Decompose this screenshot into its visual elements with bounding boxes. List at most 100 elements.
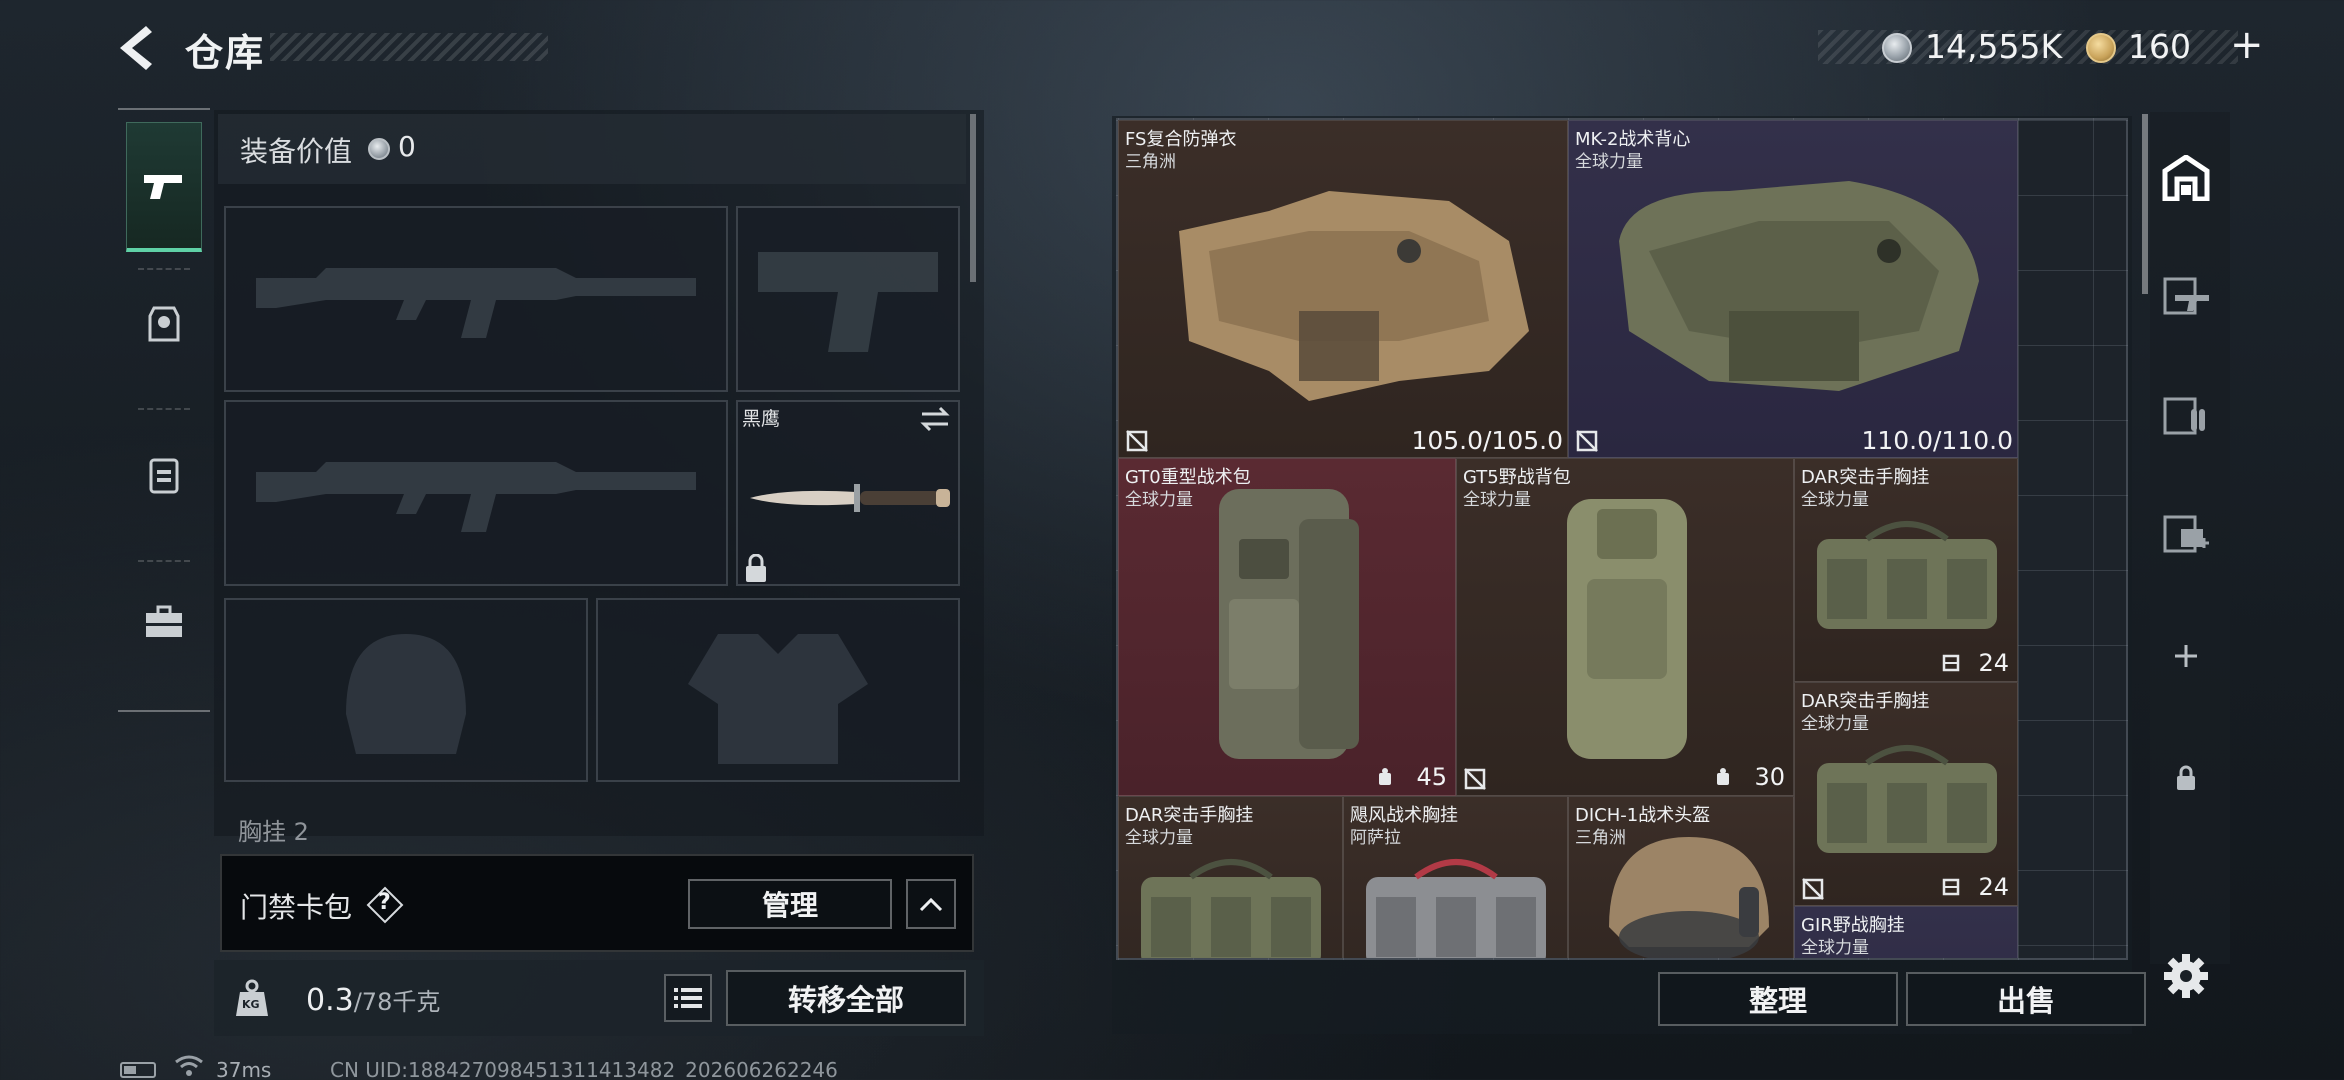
storage-item[interactable]: 飓风战术胸挂 阿萨拉 <box>1343 796 1568 958</box>
capacity-icon <box>1942 878 1960 896</box>
storage-item[interactable]: GT5野战背包 全球力量 30 <box>1456 458 1794 796</box>
title-decoration <box>270 33 548 61</box>
weight-icon: KG <box>232 978 272 1018</box>
list-view-button[interactable] <box>664 974 712 1022</box>
add-tokens-button[interactable]: + <box>2230 22 2264 68</box>
weapon-storage-icon <box>2163 277 2209 315</box>
manage-button[interactable]: 管理 <box>688 879 892 929</box>
capacity-icon <box>1379 768 1391 785</box>
storage-item[interactable]: DAR突击手胸挂 全球力量 24 <box>1794 458 2018 682</box>
lock-icon <box>746 554 766 582</box>
backpack-icon <box>1219 489 1359 759</box>
backpack-icon <box>1567 499 1687 759</box>
primary-weapon-slot[interactable] <box>224 206 728 392</box>
tool-medical-storage[interactable] <box>2160 508 2212 560</box>
item-faction: 全球力量 <box>1801 938 1869 958</box>
item-capacity: 30 <box>1754 763 1785 791</box>
tool-add-storage[interactable] <box>2160 630 2212 682</box>
expand-button[interactable] <box>906 879 956 929</box>
help-icon[interactable]: ? <box>366 886 404 924</box>
chest-rig-icon <box>1141 859 1321 958</box>
no-trade-icon <box>1802 878 1824 900</box>
carry-weight-unit: 千克 <box>392 988 441 1016</box>
melee-item-name: 黑鹰 <box>742 408 781 430</box>
sell-button[interactable]: 出售 <box>1906 972 2146 1026</box>
chest-rig-icon <box>1817 745 1997 853</box>
helmet-icon <box>1609 837 1769 958</box>
rifle-silhouette-icon <box>256 462 696 532</box>
list-icon <box>674 988 702 1008</box>
storage-item[interactable]: DAR突击手胸挂 全球力量 24 <box>1794 682 2018 906</box>
tool-ammo-storage[interactable] <box>2160 390 2212 442</box>
category-rail <box>118 108 210 712</box>
secondary-weapon-slot[interactable] <box>224 400 728 586</box>
knife-icon <box>750 484 950 512</box>
item-capacity: 24 <box>1978 873 2009 901</box>
coin-icon <box>1882 33 1912 63</box>
help-mark: ? <box>378 890 391 915</box>
tactical-vest-icon <box>1619 181 1979 391</box>
access-card-label: 门禁卡包 <box>240 891 353 924</box>
item-capacity: 24 <box>1978 649 2009 677</box>
helmet-armor-icon <box>148 306 180 342</box>
storage-item[interactable]: MK-2战术背心 全球力量 110.0/110.0 <box>1568 120 2018 458</box>
sort-button[interactable]: 整理 <box>1658 972 1898 1026</box>
body-armor-slot[interactable] <box>596 598 960 782</box>
pistol-icon <box>144 174 182 199</box>
user-id-text: CN UID:1884270984513114134​82_2026062622… <box>330 1058 838 1080</box>
no-trade-icon <box>1576 430 1598 452</box>
capacity-icon <box>1942 654 1960 672</box>
coin-balance: 14,555K <box>1925 27 2063 66</box>
rail-tab-armor[interactable] <box>126 274 202 374</box>
transfer-all-button[interactable]: 转移全部 <box>726 970 966 1026</box>
rail-tab-weapons[interactable] <box>126 122 202 252</box>
no-trade-icon <box>1464 768 1486 790</box>
item-faction: 全球力量 <box>1125 490 1193 510</box>
item-faction: 全球力量 <box>1125 828 1193 848</box>
armor-silhouette-icon <box>688 634 868 764</box>
warehouse-icon <box>2162 155 2210 201</box>
storage-item[interactable]: DAR突击手胸挂 全球力量 <box>1118 796 1343 958</box>
gear-icon[interactable] <box>2160 950 2212 1002</box>
ammo-storage-icon <box>2163 397 2205 435</box>
loadout-scrollbar[interactable] <box>970 114 976 282</box>
storage-scrollbar[interactable] <box>2142 114 2148 294</box>
rifle-silhouette-icon <box>256 268 696 338</box>
capacity-icon <box>1717 768 1729 785</box>
rail-tab-backpack[interactable] <box>126 424 202 524</box>
item-durability: 110.0/110.0 <box>1861 426 2013 455</box>
no-trade-icon <box>1126 430 1148 452</box>
backpack-icon <box>149 458 179 494</box>
swap-icon[interactable] <box>918 404 952 434</box>
carry-weight-max: /78 <box>353 988 393 1016</box>
page-title: 仓库 <box>185 31 266 75</box>
pistol-slot[interactable] <box>736 206 960 392</box>
item-durability: 105.0/105.0 <box>1411 426 1563 455</box>
tool-lock[interactable] <box>2160 752 2212 804</box>
item-capacity: 45 <box>1416 763 1447 791</box>
helmet-slot[interactable] <box>224 598 588 782</box>
toolbox-icon <box>146 605 182 637</box>
chevron-up-icon <box>919 897 943 912</box>
equipment-value: 0 <box>398 130 416 163</box>
coin-icon <box>368 138 390 160</box>
body-armor-icon <box>1179 191 1529 401</box>
rail-tab-toolbox[interactable] <box>126 572 202 672</box>
equipment-value-label: 装备价值 <box>240 135 353 168</box>
add-icon <box>2175 645 2197 667</box>
back-arrow-icon[interactable] <box>112 22 162 74</box>
item-faction: 全球力量 <box>1801 490 1869 510</box>
lock-icon <box>2177 765 2195 790</box>
item-faction: 阿萨拉 <box>1350 828 1401 848</box>
item-faction: 三角洲 <box>1125 152 1176 172</box>
carry-weight-current: 0.3 <box>306 983 354 1018</box>
tool-warehouse[interactable] <box>2160 152 2212 204</box>
storage-item[interactable]: GT0重型战术包 全球力量 45 <box>1118 458 1456 796</box>
carry-weight: 0.3/78千克 <box>306 982 440 1018</box>
storage-item[interactable]: FS复合防弹衣 三角洲 105.0/105.0 <box>1118 120 1568 458</box>
pistol-silhouette-icon <box>758 252 938 352</box>
premium-token-icon <box>2086 33 2116 63</box>
tool-weapon-storage[interactable] <box>2160 270 2212 322</box>
storage-item[interactable]: DICH-1战术头盔 三角洲 <box>1568 796 1794 958</box>
storage-item[interactable]: GIR野战胸挂 全球力量 <box>1794 906 2018 958</box>
